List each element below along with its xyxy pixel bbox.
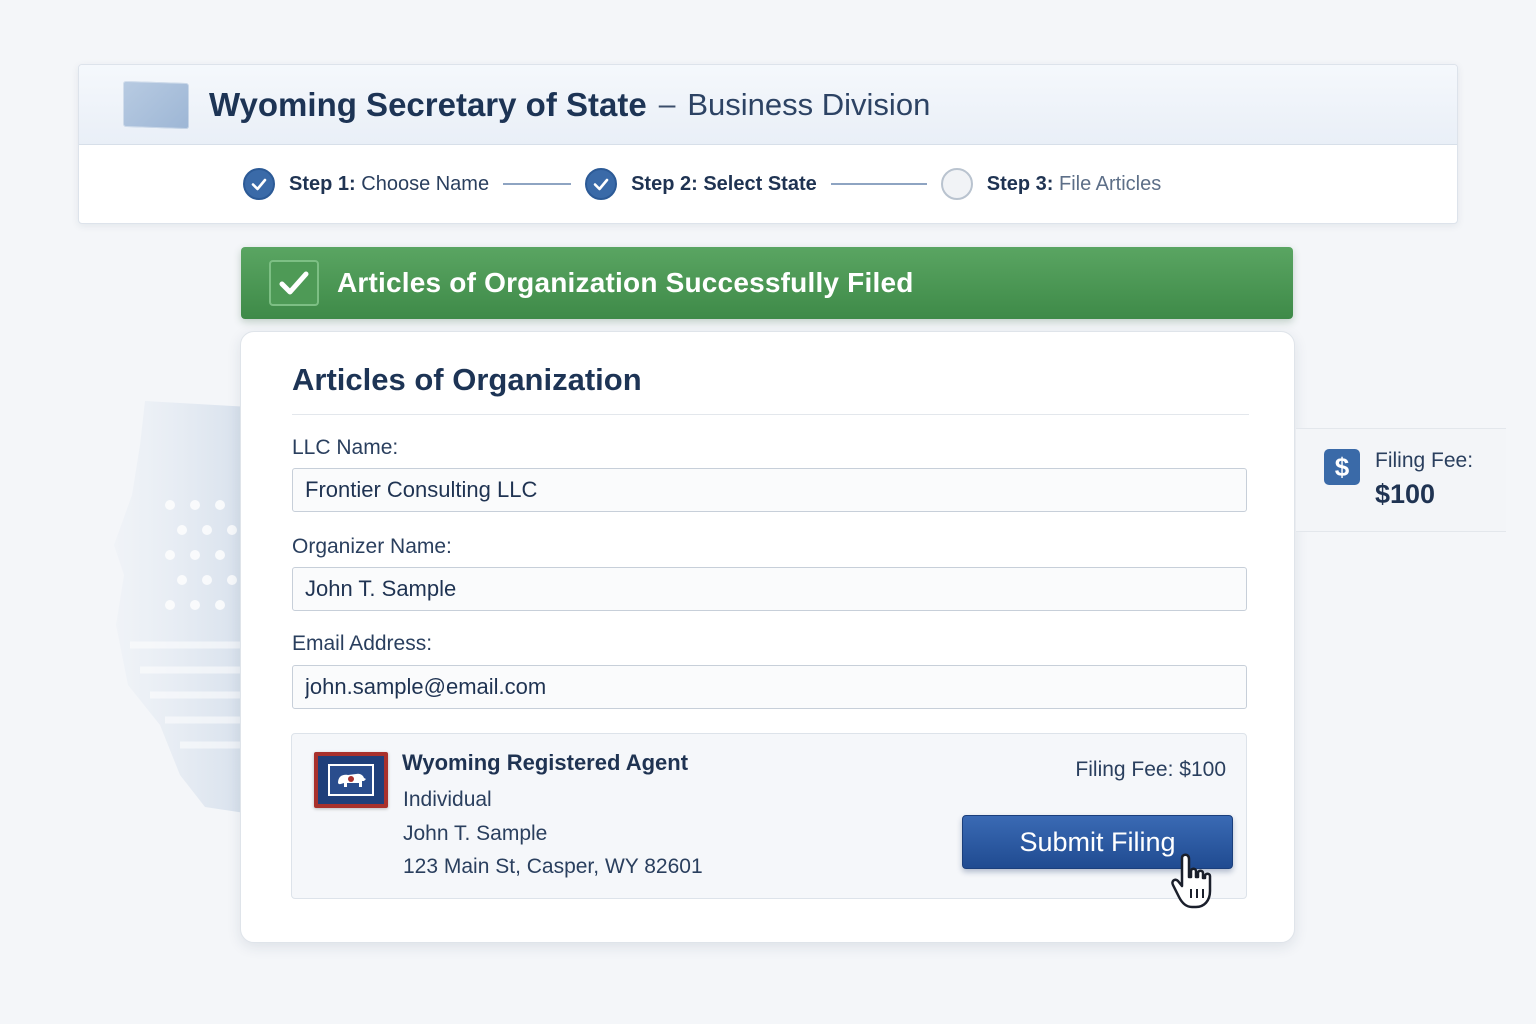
divider bbox=[292, 414, 1249, 415]
step-connector bbox=[830, 183, 927, 185]
header-subtitle: Business Division bbox=[687, 86, 931, 122]
hand-cursor-icon bbox=[1171, 853, 1212, 909]
registered-agent-box: Wyoming Registered Agent Individual John… bbox=[291, 733, 1247, 909]
form-title: Articles of Organization bbox=[292, 362, 642, 397]
email-input[interactable] bbox=[292, 665, 1247, 709]
page: Wyoming Secretary of State – Business Di… bbox=[0, 0, 1536, 1024]
llc-name-input[interactable] bbox=[292, 468, 1247, 512]
llc-name-label: LLC Name: bbox=[292, 436, 399, 459]
header-separator: – bbox=[658, 87, 676, 121]
empty-circle-icon bbox=[940, 168, 973, 200]
agent-address: 123 Main St, Casper, WY 82601 bbox=[403, 855, 703, 878]
agent-title: Wyoming Registered Agent bbox=[402, 750, 689, 775]
step-label: Step 3: File Articles bbox=[986, 172, 1162, 195]
progress-stepper: Step 1: Choose Name Step 2: Select State… bbox=[79, 145, 1457, 223]
step-select-state[interactable]: Step 2: Select State bbox=[585, 168, 817, 200]
step-label: Step 2: Select State bbox=[631, 172, 817, 195]
checkmark-icon bbox=[269, 260, 319, 306]
step-label: Step 1: Choose Name bbox=[289, 172, 490, 195]
step-connector bbox=[503, 183, 572, 185]
filing-fee-label: Filing Fee: bbox=[1375, 449, 1474, 472]
success-banner: Articles of Organization Successfully Fi… bbox=[241, 247, 1293, 319]
articles-form: Articles of Organization LLC Name: Organ… bbox=[240, 331, 1295, 943]
site-header: Wyoming Secretary of State – Business Di… bbox=[78, 64, 1458, 224]
wyoming-state-icon bbox=[123, 80, 189, 129]
background-map-illustration bbox=[114, 401, 260, 815]
agent-type: Individual bbox=[403, 788, 492, 811]
header-title: Wyoming Secretary of State bbox=[209, 85, 647, 123]
dollar-icon: $ bbox=[1324, 449, 1360, 485]
banner-message: Articles of Organization Successfully Fi… bbox=[337, 267, 914, 298]
step-file-articles[interactable]: Step 3: File Articles bbox=[940, 168, 1162, 200]
header-bar: Wyoming Secretary of State – Business Di… bbox=[79, 65, 1457, 145]
organizer-name-input[interactable] bbox=[292, 567, 1247, 611]
organizer-name-label: Organizer Name: bbox=[292, 535, 452, 558]
wyoming-flag-icon bbox=[314, 752, 388, 808]
filing-fee-panel: $ Filing Fee: $100 bbox=[1296, 428, 1506, 532]
filing-fee-amount: $100 bbox=[1375, 479, 1436, 509]
agent-filing-fee: Filing Fee: $100 bbox=[1075, 758, 1226, 781]
check-circle-icon bbox=[243, 168, 275, 200]
check-circle-icon bbox=[585, 168, 618, 200]
email-label: Email Address: bbox=[292, 632, 433, 655]
step-choose-name[interactable]: Step 1: Choose Name bbox=[243, 168, 489, 200]
agent-name: John T. Sample bbox=[403, 822, 548, 845]
